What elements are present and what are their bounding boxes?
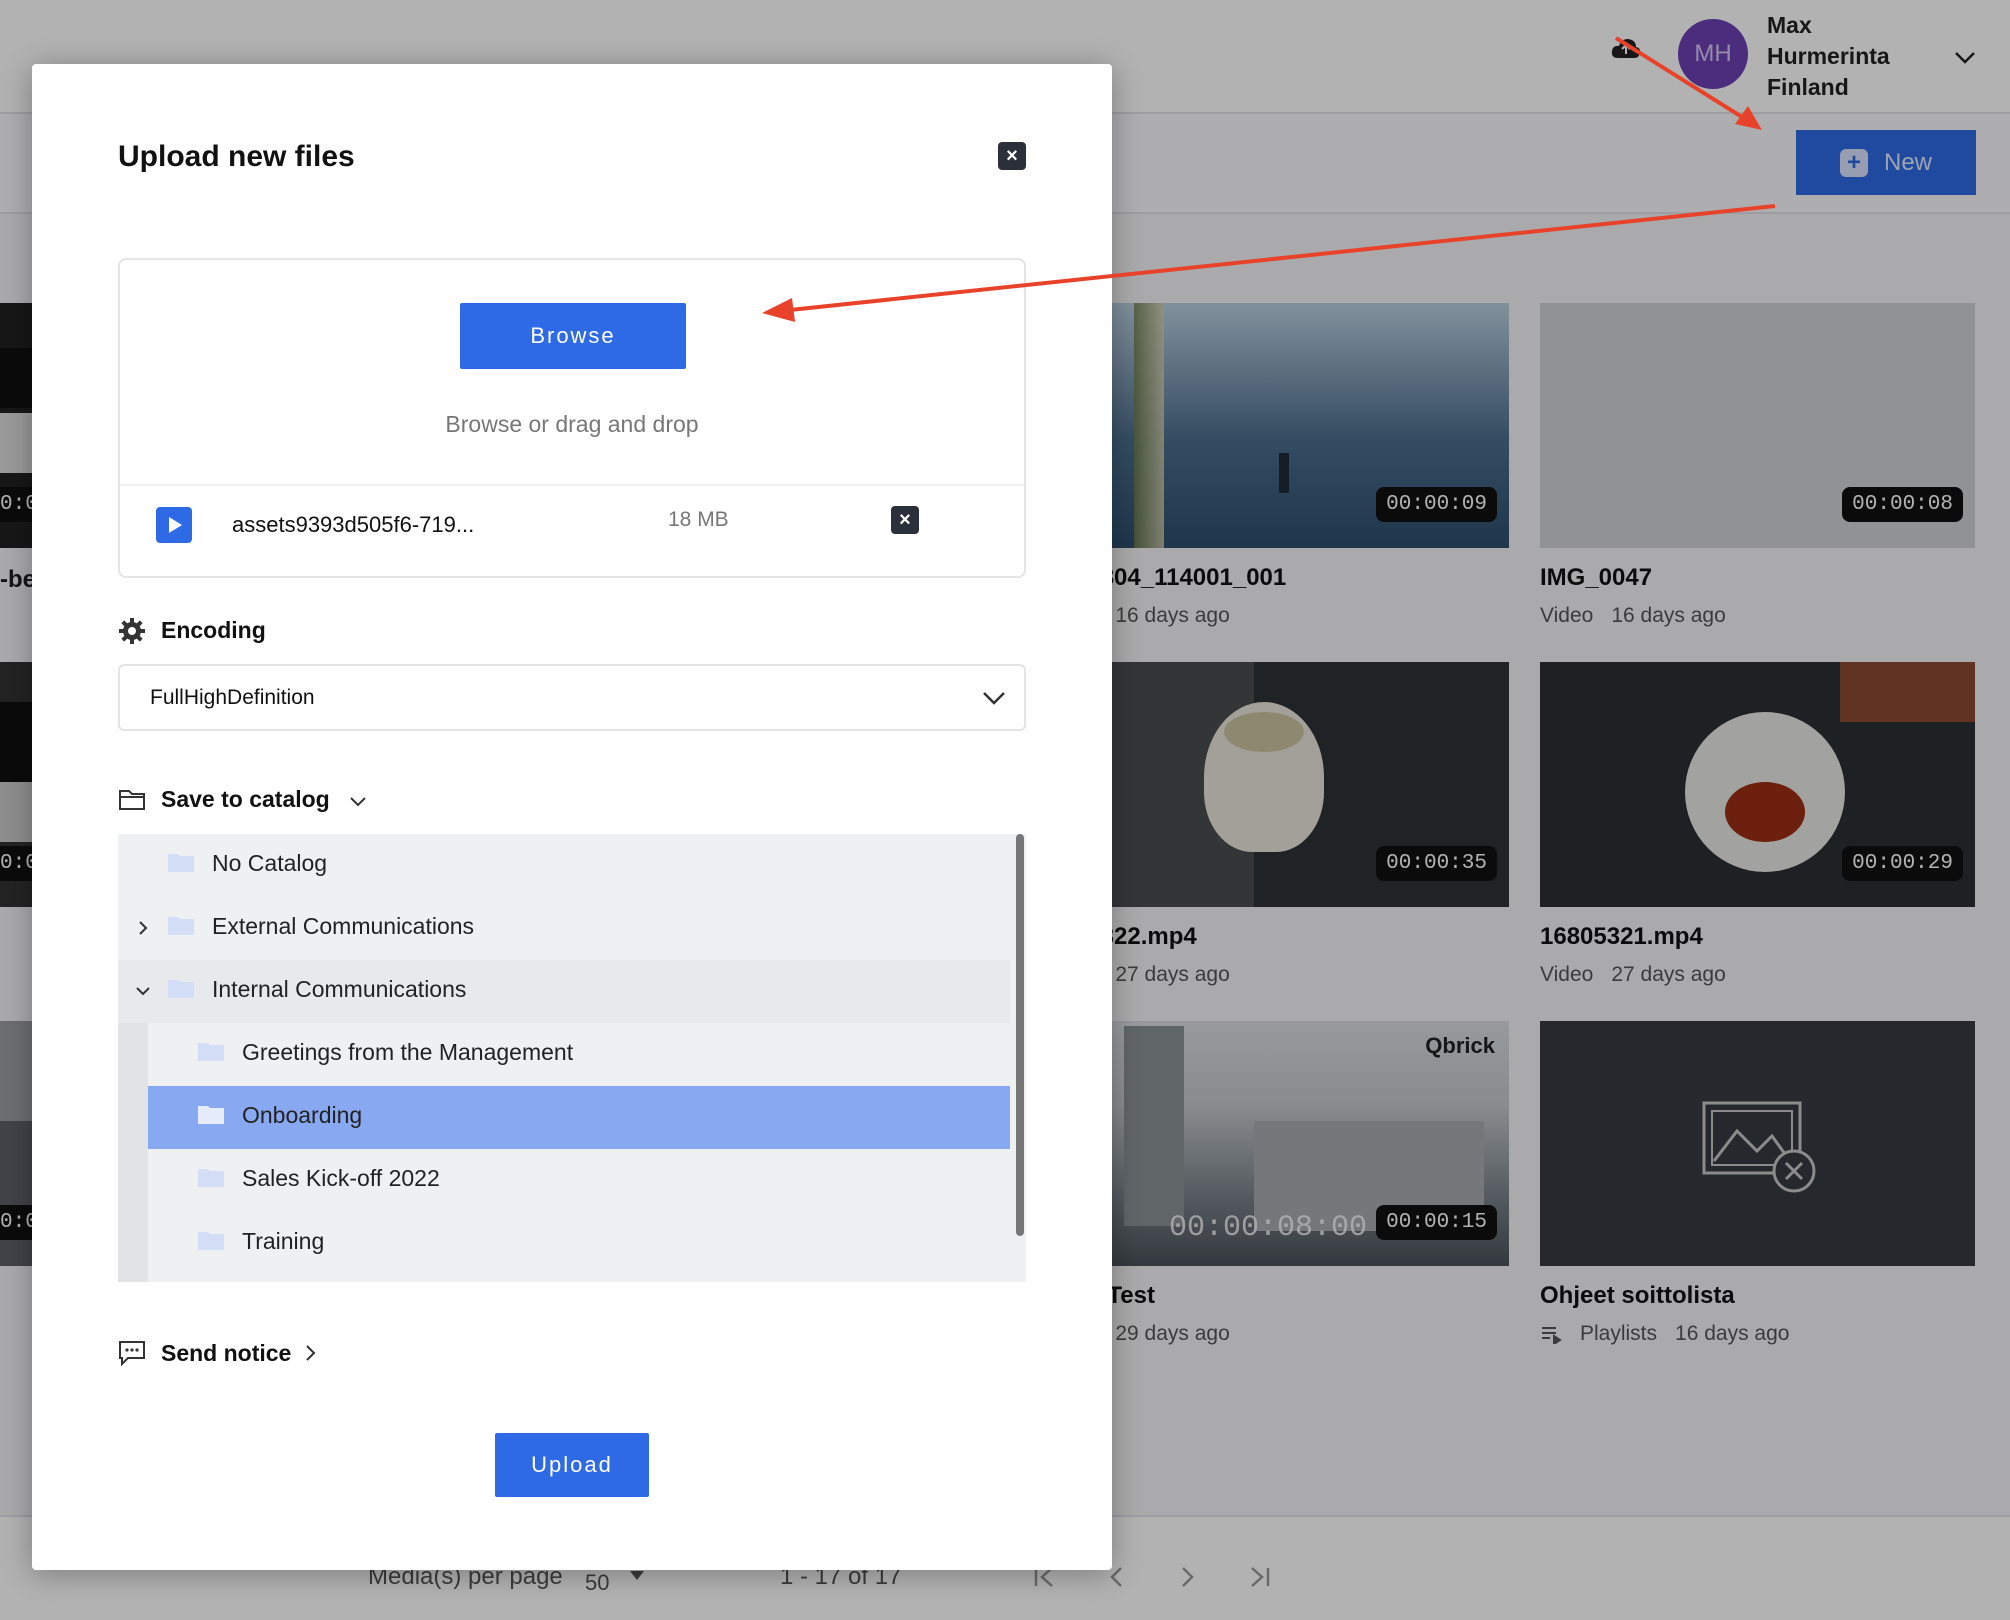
tree-item-onboarding[interactable]: Onboarding: [148, 1086, 1010, 1149]
tree-item-no-catalog[interactable]: No Catalog: [118, 834, 1010, 897]
close-icon[interactable]: ×: [998, 142, 1026, 170]
file-name: assets9393d505f6-719...: [232, 512, 475, 537]
tree-item-label: Training: [242, 1228, 325, 1254]
tree-item-internal-communications[interactable]: Internal Communications: [118, 960, 1010, 1023]
remove-file-icon[interactable]: ×: [891, 506, 919, 534]
tree-item-external-communications[interactable]: External Communications: [118, 897, 1010, 960]
divider: [120, 484, 1024, 486]
tree-item-label: Sales Kick-off 2022: [242, 1165, 440, 1191]
chevron-right-icon[interactable]: [299, 1342, 321, 1364]
folder-icon: [198, 1106, 224, 1124]
tree-item-sales-kickoff[interactable]: Sales Kick-off 2022: [148, 1149, 1010, 1212]
folder-icon: [198, 1232, 224, 1250]
tree-item-label: Internal Communications: [212, 976, 467, 1002]
message-icon: [118, 1340, 146, 1368]
folder-icon: [118, 787, 146, 815]
tree-item-label: Onboarding: [242, 1102, 363, 1128]
folder-icon: [198, 1043, 224, 1061]
dialog-title: Upload new files: [118, 140, 355, 173]
chevron-right-icon[interactable]: [132, 917, 154, 939]
folder-icon: [168, 917, 194, 935]
drop-hint: Browse or drag and drop: [445, 411, 699, 437]
chevron-down-icon[interactable]: [980, 684, 1008, 712]
video-file-icon: [156, 507, 192, 543]
folder-icon: [168, 854, 194, 872]
upload-button[interactable]: Upload: [495, 1433, 649, 1497]
gear-icon: [118, 617, 146, 645]
tree-item-greetings[interactable]: Greetings from the Management: [148, 1023, 1010, 1086]
tree-item-label: Greetings from the Management: [242, 1039, 574, 1065]
tree-item-label: External Communications: [212, 913, 475, 939]
encoding-value: FullHighDefinition: [150, 686, 315, 709]
browse-button[interactable]: Browse: [460, 303, 686, 369]
chevron-down-icon[interactable]: [132, 980, 154, 1002]
tree-item-label: No Catalog: [212, 850, 328, 876]
folder-icon: [198, 1169, 224, 1187]
encoding-label: Encoding: [161, 617, 266, 643]
folder-icon: [168, 980, 194, 998]
chevron-down-icon[interactable]: [347, 790, 369, 812]
tree-item-training[interactable]: Training: [148, 1212, 1010, 1275]
catalog-label[interactable]: Save to catalog: [161, 786, 330, 813]
send-notice-label[interactable]: Send notice: [161, 1340, 291, 1367]
catalog-tree: No Catalog External Communications Inter…: [118, 834, 1026, 1282]
tree-scrollbar[interactable]: [1016, 834, 1024, 1236]
file-size: 18 MB: [668, 508, 729, 531]
